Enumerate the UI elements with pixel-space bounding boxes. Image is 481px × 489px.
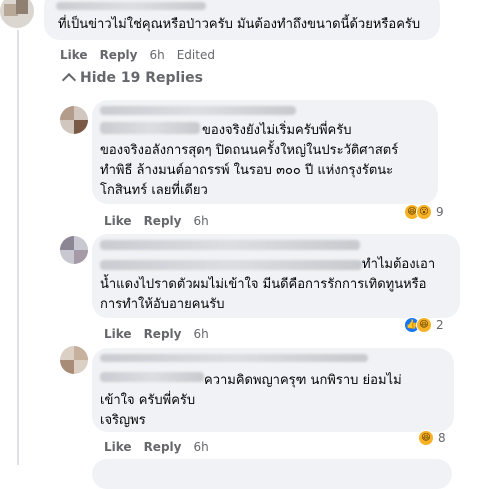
reply-text-line: ทำพิธี ล้างมนต์อาถรรพ์ ในรอบ ๓๐๐ ปี แห่ง… [100,163,394,178]
timestamp[interactable]: 6h [149,48,164,62]
wow-icon: 😮 [416,204,432,220]
reply-text-line: ทำไมต้องเอา [362,257,436,272]
reply-text-line: โกสินทร์ เลยที่เดียว [100,183,208,198]
timestamp[interactable]: 6h [193,214,208,228]
reply-bubble: ความคิดพญาครุฑ นกพิราบ ย่อมไม่ เข้าใจ คร… [92,348,454,432]
comment-actions: Like Reply 6h Edited [60,48,215,62]
like-button[interactable]: Like [60,48,88,62]
hide-replies-label: Hide 19 Replies [80,70,203,86]
reaction-summary[interactable]: 😆 😮 9 [404,204,444,220]
like-button[interactable]: Like [104,327,132,341]
reaction-summary[interactable]: 😆 8 [418,430,446,446]
thread-line [17,30,19,465]
reply-text-line: เข้าใจ ครับพี่ครับ [100,393,196,408]
reaction-count: 8 [438,431,446,445]
timestamp[interactable]: 6h [193,440,208,454]
reaction-summary[interactable]: 👍 😆 2 [404,317,444,333]
timestamp[interactable]: 6h [193,327,208,341]
reply-text-line: การทำให้อับอายคนรับ [100,297,225,312]
blurred-author-name [100,240,360,250]
blurred-author-name [100,372,204,382]
reply-text-line: น้ำแดงไปราดตัวผมไม่เข้าใจ มีนดีคือการรัก… [100,277,427,292]
reply-bubble [92,459,452,489]
blurred-author-name [100,354,368,362]
avatar[interactable] [60,106,88,134]
reply-text-line: ของจริงอลังการสุดๆ ปิดถนนครั้งใหญ่ในประว… [100,143,399,158]
reply-button[interactable]: Reply [144,214,182,228]
reply-text-line: เจริญพร [100,413,146,428]
blurred-author-name [100,260,362,270]
reply-actions: Like Reply 6h [104,440,209,454]
reply-bubble: ของจริงยังไม่เริ่มครับพี่ครับ ของจริงอลั… [92,100,438,204]
reply-button[interactable]: Reply [100,48,138,62]
like-button[interactable]: Like [104,214,132,228]
reply-actions: Like Reply 6h [104,214,209,228]
like-button[interactable]: Like [104,440,132,454]
reply-bubble: ทำไมต้องเอา น้ำแดงไปราดตัวผมไม่เข้าใจ มี… [92,234,460,318]
reply-button[interactable]: Reply [144,327,182,341]
avatar[interactable] [0,0,34,28]
reply-text-line: ความคิดพญาครุฑ นกพิราบ ย่อมไม่ [204,373,402,388]
reply-button[interactable]: Reply [144,440,182,454]
blurred-author-name [100,122,200,134]
avatar[interactable] [60,236,88,264]
hide-replies-toggle[interactable]: Hide 19 Replies [61,70,203,88]
reply-text-line: ของจริงยังไม่เริ่มครับพี่ครับ [202,123,352,138]
reply-actions: Like Reply 6h [104,327,209,341]
haha-icon: 😆 [416,317,432,333]
edited-label[interactable]: Edited [177,48,215,62]
reaction-count: 2 [436,318,444,332]
blurred-author-name [56,2,206,10]
haha-icon: 😆 [418,430,434,446]
reaction-count: 9 [436,205,444,219]
blurred-author-name [100,106,296,115]
avatar[interactable] [60,346,88,374]
comment-text: ที่เป็นข่าวไม่ใช่คุณหรือป่าวครับ มันต้อง… [58,17,421,32]
chevron-up-icon [61,72,77,88]
comment-bubble: ที่เป็นข่าวไม่ใช่คุณหรือป่าวครับ มันต้อง… [44,0,440,40]
